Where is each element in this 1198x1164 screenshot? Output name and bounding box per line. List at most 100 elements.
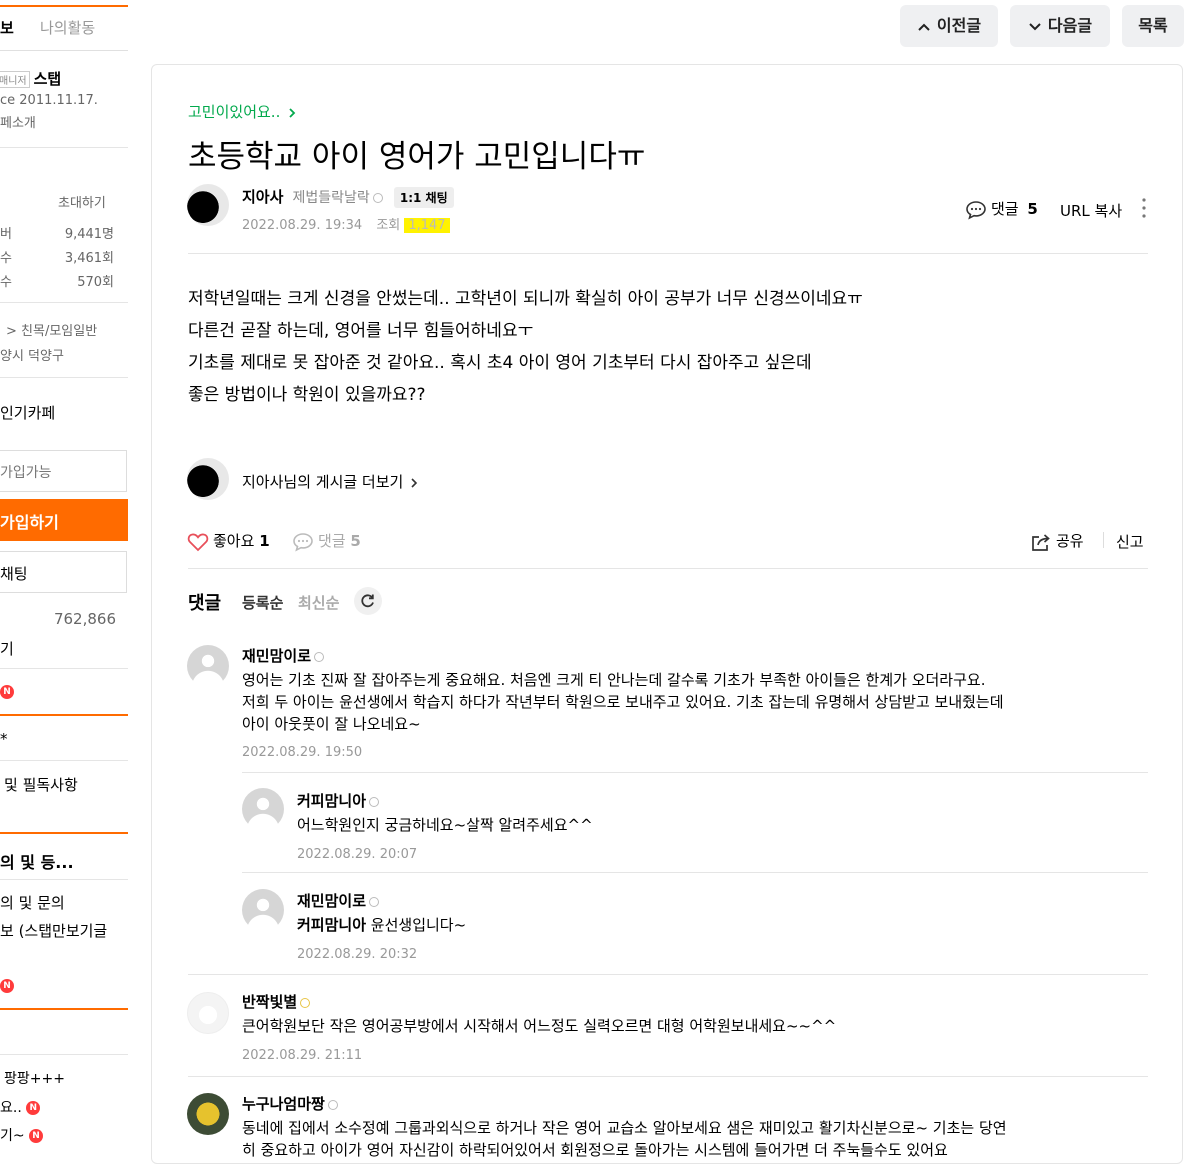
author-avatar-small[interactable] [187, 458, 229, 500]
commenter-nickname[interactable]: 커피맘니아 [297, 792, 366, 810]
divider [242, 772, 1148, 773]
reply-item: 커피맘니아 어느학원인지 궁금하네요~살짝 알려주세요^^ 2022.08.29… [297, 790, 593, 862]
divider [242, 872, 1148, 873]
body-line: 저학년일때는 크게 신경을 안썼는데.. 고학년이 되니까 확실히 아이 공부가… [188, 289, 863, 309]
cafe-category[interactable]: > 친목/모임일반 [6, 320, 97, 339]
separator [1103, 532, 1104, 548]
sidebar-menu-item[interactable]: * [0, 730, 8, 748]
sidebar-section-title[interactable]: 의 및 등... [0, 849, 74, 873]
invite-link[interactable]: 초대하기 [58, 192, 106, 211]
sidebar-menu-item[interactable]: 기 [0, 638, 14, 659]
stat-label: 버 [0, 227, 12, 242]
commenter-nickname[interactable]: 재민맘이로 [242, 647, 311, 665]
commenter-avatar[interactable] [242, 788, 284, 830]
sidebar-popular-item[interactable]: 요.. N [0, 1097, 41, 1117]
tab-my-activity[interactable]: 나의활동 [40, 17, 95, 38]
author-more-posts-link[interactable]: 지아사님의 게시글 더보기 [242, 471, 418, 492]
refresh-comments-button[interactable] [354, 587, 382, 615]
level-icon [300, 997, 311, 1008]
comment-bubble-icon [966, 200, 986, 220]
vertical-dots-icon [1142, 198, 1146, 218]
commenter-avatar[interactable] [187, 1093, 229, 1135]
comment-toggle-button[interactable]: 댓글 5 [292, 530, 361, 552]
new-badge: N [0, 684, 14, 700]
comment-item: 재민맘이로 영어는 기초 진짜 잘 잡아주는게 중요해요. 처음엔 크게 티 안… [242, 645, 1004, 760]
divider [0, 879, 128, 880]
section-divider [0, 1008, 128, 1010]
section-divider [0, 832, 128, 834]
commenter-avatar[interactable] [242, 889, 284, 931]
url-copy-button[interactable]: URL 복사 [1060, 200, 1122, 221]
comment-date: 2022.08.29. 19:50 [242, 745, 363, 760]
share-icon [1032, 533, 1050, 551]
author-nickname[interactable]: 지아사 [242, 188, 283, 206]
comment-item: 누구나엄마짱 동네에 집에서 소수정예 그룹과외식으로 하거나 작은 영어 교습… [242, 1093, 1007, 1161]
sidebar-menu-item[interactable]: 보 (스탭만보기글 [0, 920, 107, 941]
prev-post-button[interactable]: 이전글 [900, 5, 998, 47]
commenter-nickname[interactable]: 재민맘이로 [297, 892, 366, 910]
cafe-chat-button[interactable]: 채팅 [0, 551, 127, 593]
comment-bubble-icon [293, 532, 313, 552]
comment-toggle-count: 5 [350, 532, 361, 550]
sort-by-latest[interactable]: 최신순 [298, 592, 339, 613]
list-button[interactable]: 목록 [1122, 5, 1184, 47]
stat-value: 9,441명 [64, 227, 114, 242]
author-avatar[interactable] [187, 184, 229, 226]
like-count: 1 [259, 532, 270, 550]
divider [0, 760, 128, 761]
stat-label: 수 [0, 251, 12, 266]
comment-text: 큰어학원보단 작은 영어공부방에서 시작해서 어느정도 실력오르면 대형 어학원… [242, 1017, 837, 1035]
sidebar-popular-item[interactable]: 팡팡+++ [4, 1068, 65, 1088]
commenter-avatar[interactable] [187, 992, 229, 1034]
view-label: 조회 [376, 218, 401, 233]
stat-value: 3,461회 [64, 251, 114, 266]
next-post-button[interactable]: 다음글 [1010, 5, 1110, 47]
one-to-one-chat-button[interactable]: 1:1 채팅 [393, 187, 454, 208]
tab-cafe-info[interactable]: 보 [0, 17, 14, 38]
sidebar-tabs: 보 나의활동 [0, 5, 128, 51]
commenter-nickname[interactable]: 누구나엄마짱 [242, 1095, 325, 1113]
like-button[interactable]: 좋아요 1 [187, 530, 270, 552]
cafe-region[interactable]: 양시 덕양구 [0, 345, 64, 364]
chevron-right-icon [289, 107, 296, 118]
commenter-nickname[interactable]: 반짝빛별 [242, 993, 297, 1011]
sidebar-menu-item[interactable]: 의 및 문의 [0, 892, 65, 913]
manager-name[interactable]: 스탭 [34, 70, 62, 88]
mention[interactable]: 커피맘니아 [297, 916, 366, 934]
section-divider [0, 714, 128, 716]
divider [0, 377, 128, 378]
sidebar-menu-notice[interactable]: 및 필독사항 [4, 774, 78, 795]
report-button[interactable]: 신고 [1116, 531, 1144, 552]
comments-title: 댓글 [188, 593, 222, 614]
body-line: 다른건 곧잘 하는데, 영어를 너무 힘들어하네요ㅜ [188, 321, 534, 341]
share-label: 공유 [1056, 532, 1084, 550]
sort-by-register[interactable]: 등록순 [242, 592, 283, 613]
divider [0, 668, 128, 669]
new-badge: N [0, 978, 14, 994]
count-value: 762,866 [53, 610, 116, 628]
join-cafe-button[interactable]: 가입하기 [0, 499, 128, 541]
commenter-avatar[interactable] [187, 645, 229, 687]
divider [188, 1076, 1148, 1077]
comment-count-link[interactable]: 댓글 5 [965, 198, 1038, 220]
divider [188, 568, 1148, 569]
board-name: 고민이있어요.. [188, 103, 281, 121]
manager-row: 매니저 스탭 [0, 68, 61, 89]
more-options-button[interactable] [1141, 197, 1147, 219]
level-icon [369, 796, 380, 807]
level-icon [369, 896, 380, 907]
comment-text: 커피맘니아 윤선생입니다~ [297, 916, 467, 934]
heart-icon [187, 533, 209, 551]
refresh-icon [361, 594, 374, 608]
cafe-intro-link[interactable]: 페소개 [0, 112, 36, 131]
comment-date: 2022.08.29. 21:11 [242, 1048, 363, 1063]
level-icon [327, 1099, 338, 1110]
post-title: 초등학교 아이 영어가 고민입니다ㅠ [188, 139, 646, 175]
chat-button-label: 채팅 [0, 565, 28, 583]
divider [0, 1054, 128, 1055]
board-link[interactable]: 고민이있어요.. [188, 101, 296, 122]
comment-date: 2022.08.29. 20:07 [297, 847, 418, 862]
share-button[interactable]: 공유 [1030, 530, 1084, 552]
prev-post-label: 이전글 [936, 16, 982, 35]
sidebar-popular-item[interactable]: 기~ N [0, 1125, 44, 1145]
